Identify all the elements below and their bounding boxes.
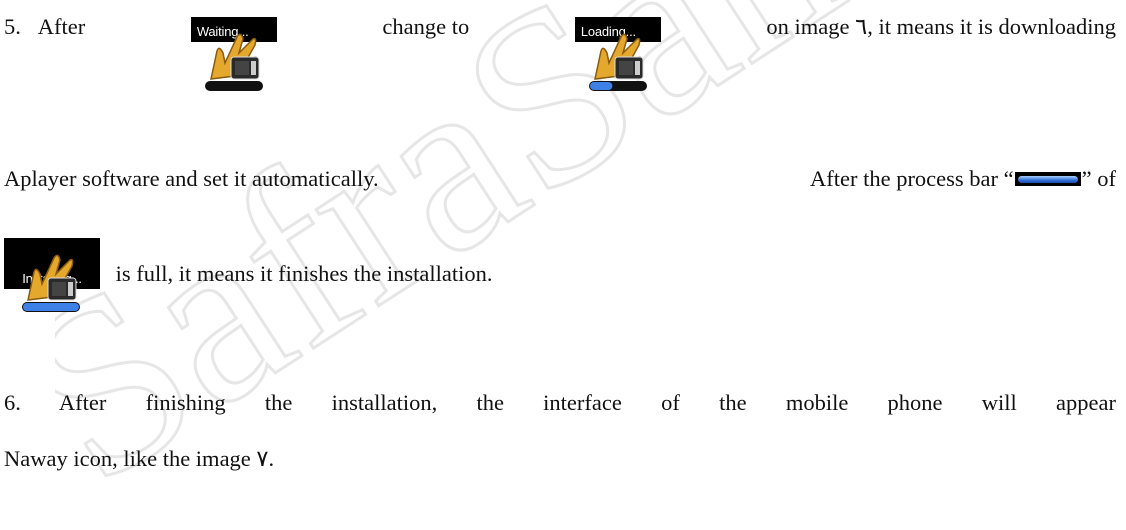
item5-number: 5. bbox=[4, 14, 21, 39]
item5-line2-a: Aplayer software and set it automaticall… bbox=[4, 166, 379, 191]
item5-line2: Aplayer software and set it automaticall… bbox=[4, 166, 1116, 192]
on-image-text: on image bbox=[766, 14, 850, 39]
item5-line3: Installing... is full, it means it finis… bbox=[4, 238, 493, 312]
waiting-app-icon: Waiting... bbox=[190, 17, 277, 91]
loading-app-icon: Loading... bbox=[574, 17, 661, 91]
image-ref-6: ٦ bbox=[855, 14, 868, 39]
installing-app-icon: Installing... bbox=[4, 238, 100, 312]
item5-after: After bbox=[37, 14, 86, 39]
item5-line2-c: ” of bbox=[1081, 166, 1116, 191]
item5-rest: , it means it is downloading bbox=[867, 14, 1116, 39]
item5-line3-text: is full, it means it finishes the instal… bbox=[115, 261, 493, 286]
process-bar-icon bbox=[1014, 171, 1081, 186]
item6-line2: Naway icon, like the image ٧. bbox=[4, 446, 275, 471]
item5-line1: 5. After Waiting... change to Loading...… bbox=[4, 14, 1116, 91]
change-to-text: change to bbox=[382, 14, 470, 39]
item6-line1: 6. After finishing the installation, the… bbox=[4, 390, 1116, 415]
item5-line2-b: After the process bar “ bbox=[809, 166, 1014, 191]
